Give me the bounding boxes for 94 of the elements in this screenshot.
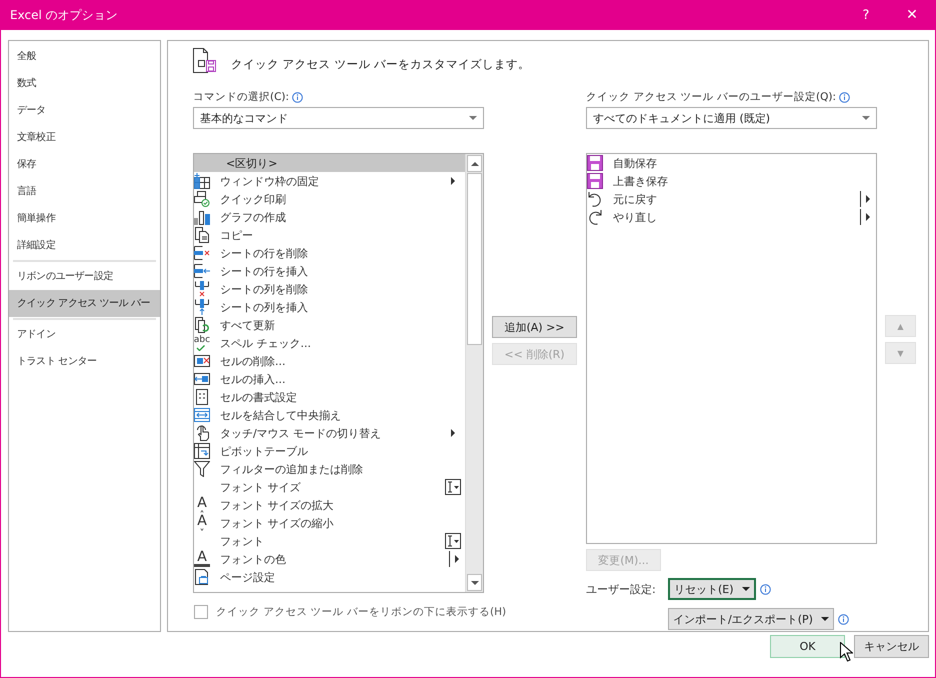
- reset-dropdown-button[interactable]: リセット(E): [668, 578, 756, 600]
- toolbar-item[interactable]: 上書き保存: [587, 172, 876, 190]
- column-insert-icon: [194, 299, 210, 315]
- icon-glyph: A: [197, 515, 207, 528]
- command-item[interactable]: クイック印刷: [194, 190, 465, 208]
- scrollbar[interactable]: [465, 154, 483, 592]
- page-setup-icon: [194, 569, 210, 585]
- sidebar-item[interactable]: データ: [9, 97, 160, 124]
- command-item[interactable]: シートの行を挿入: [194, 262, 465, 280]
- caret-up-icon: [199, 510, 205, 513]
- command-item[interactable]: ウィンドウ枠の固定: [194, 172, 465, 190]
- filter-icon: [194, 461, 210, 477]
- cell-insert-icon: [194, 371, 210, 387]
- toolbar-item[interactable]: 元に戻す: [587, 190, 876, 208]
- sidebar-item[interactable]: 簡単操作: [9, 205, 160, 232]
- format-icon: [194, 389, 210, 405]
- command-item[interactable]: グラフの作成: [194, 208, 465, 226]
- undo-icon: [587, 191, 603, 207]
- icon-glyph: A: [197, 497, 207, 510]
- command-item[interactable]: セルの削除...: [194, 352, 465, 370]
- column-delete-icon: [194, 281, 210, 297]
- command-item[interactable]: A フォント サイズの拡大: [194, 496, 465, 514]
- customizations-label: ユーザー設定:: [586, 582, 657, 596]
- command-item[interactable]: コピー: [194, 226, 465, 244]
- info-icon: [760, 584, 771, 594]
- command-item[interactable]: abc スペル チェック...: [194, 334, 465, 352]
- hand-icon: [194, 425, 210, 441]
- command-item[interactable]: A フォントの色: [194, 550, 465, 568]
- command-item[interactable]: すべて更新: [194, 316, 465, 334]
- sidebar-item[interactable]: アドイン: [9, 321, 160, 348]
- cancel-button[interactable]: キャンセル: [854, 635, 929, 658]
- cell-delete-icon: [194, 353, 210, 369]
- command-item[interactable]: A フォント サイズの縮小: [194, 514, 465, 532]
- close-button[interactable]: ✕: [889, 7, 935, 23]
- command-item[interactable]: シートの列を削除: [194, 280, 465, 298]
- sidebar-item[interactable]: トラスト センター: [9, 348, 160, 375]
- sidebar-item[interactable]: クイック アクセス ツール バー: [9, 290, 160, 317]
- command-item[interactable]: セルを結合して中央揃え: [194, 406, 465, 424]
- sidebar-item[interactable]: リボンのユーザー設定: [9, 263, 160, 290]
- refresh-icon: [194, 317, 210, 333]
- help-button[interactable]: ?: [843, 8, 889, 22]
- info-icon: [838, 614, 849, 624]
- sidebar-item[interactable]: 文章校正: [9, 124, 160, 151]
- row-delete-icon: [194, 245, 210, 261]
- ok-button[interactable]: OK: [770, 635, 845, 658]
- command-item[interactable]: シートの列を挿入: [194, 298, 465, 316]
- toolbar-item[interactable]: 自動保存: [587, 154, 876, 172]
- printer-icon: [194, 191, 210, 207]
- bar-chart-icon: [194, 209, 210, 225]
- info-icon: [292, 92, 304, 102]
- sidebar-item[interactable]: 数式: [9, 70, 160, 97]
- redo-icon: [587, 209, 603, 225]
- command-item[interactable]: フィルターの追加または削除: [194, 460, 465, 478]
- icon-glyph: A: [197, 551, 207, 564]
- grid-icon: [194, 173, 210, 189]
- show-below-ribbon-checkbox[interactable]: クイック アクセス ツール バーをリボンの下に表示する(H): [194, 605, 506, 619]
- mouse-pointer-icon: [840, 642, 853, 662]
- window-title: Excel のオプション: [10, 6, 119, 24]
- icon-glyph: abc: [194, 335, 210, 345]
- split-arrow-icon: [449, 551, 459, 567]
- command-item[interactable]: ピボットテーブル: [194, 442, 465, 460]
- command-item[interactable]: セルの書式設定: [194, 388, 465, 406]
- field-label: クイック アクセス ツール バーのユーザー設定(Q):: [586, 90, 836, 104]
- pivot-table-icon: [194, 443, 210, 459]
- command-item[interactable]: セルの挿入...: [194, 370, 465, 388]
- combo-box-icon: [445, 533, 461, 549]
- command-item[interactable]: フォント サイズ: [194, 478, 465, 496]
- scope-dropdown[interactable]: すべてのドキュメントに適用 (既定): [586, 107, 877, 129]
- document-icon: [194, 227, 210, 243]
- split-arrow-icon: [860, 209, 870, 225]
- row-insert-icon: [194, 263, 210, 279]
- merge-icon: [194, 407, 210, 423]
- caret-down-icon: [199, 528, 205, 531]
- toolbar-item[interactable]: やり直し: [587, 208, 876, 226]
- command-item[interactable]: シートの行を削除: [194, 244, 465, 262]
- sidebar-item[interactable]: 詳細設定: [9, 232, 160, 259]
- sidebar-item[interactable]: 全般: [9, 43, 160, 70]
- command-item[interactable]: フォント: [194, 532, 465, 550]
- command-item[interactable]: タッチ/マウス モードの切り替え: [194, 424, 465, 442]
- section-heading: クイック アクセス ツール バーをカスタマイズします。: [231, 56, 530, 72]
- command-item[interactable]: ページ設定: [194, 568, 465, 586]
- sidebar-item[interactable]: 保存: [9, 151, 160, 178]
- color-bar-icon: [194, 564, 210, 567]
- submenu-arrow-icon: [451, 177, 455, 185]
- field-label: コマンドの選択(C):: [193, 90, 290, 104]
- import-export-dropdown-button[interactable]: インポート/エクスポート(P): [668, 608, 834, 630]
- split-arrow-icon: [860, 191, 870, 207]
- submenu-arrow-icon: [451, 429, 455, 437]
- combo-box-icon: [445, 479, 461, 495]
- sidebar-item[interactable]: 言語: [9, 178, 160, 205]
- add-button[interactable]: 追加(A) >>: [492, 316, 577, 338]
- command-dropdown[interactable]: 基本的なコマンド: [193, 107, 484, 129]
- command-item[interactable]: <区切り>: [194, 154, 465, 172]
- info-icon: [839, 92, 850, 102]
